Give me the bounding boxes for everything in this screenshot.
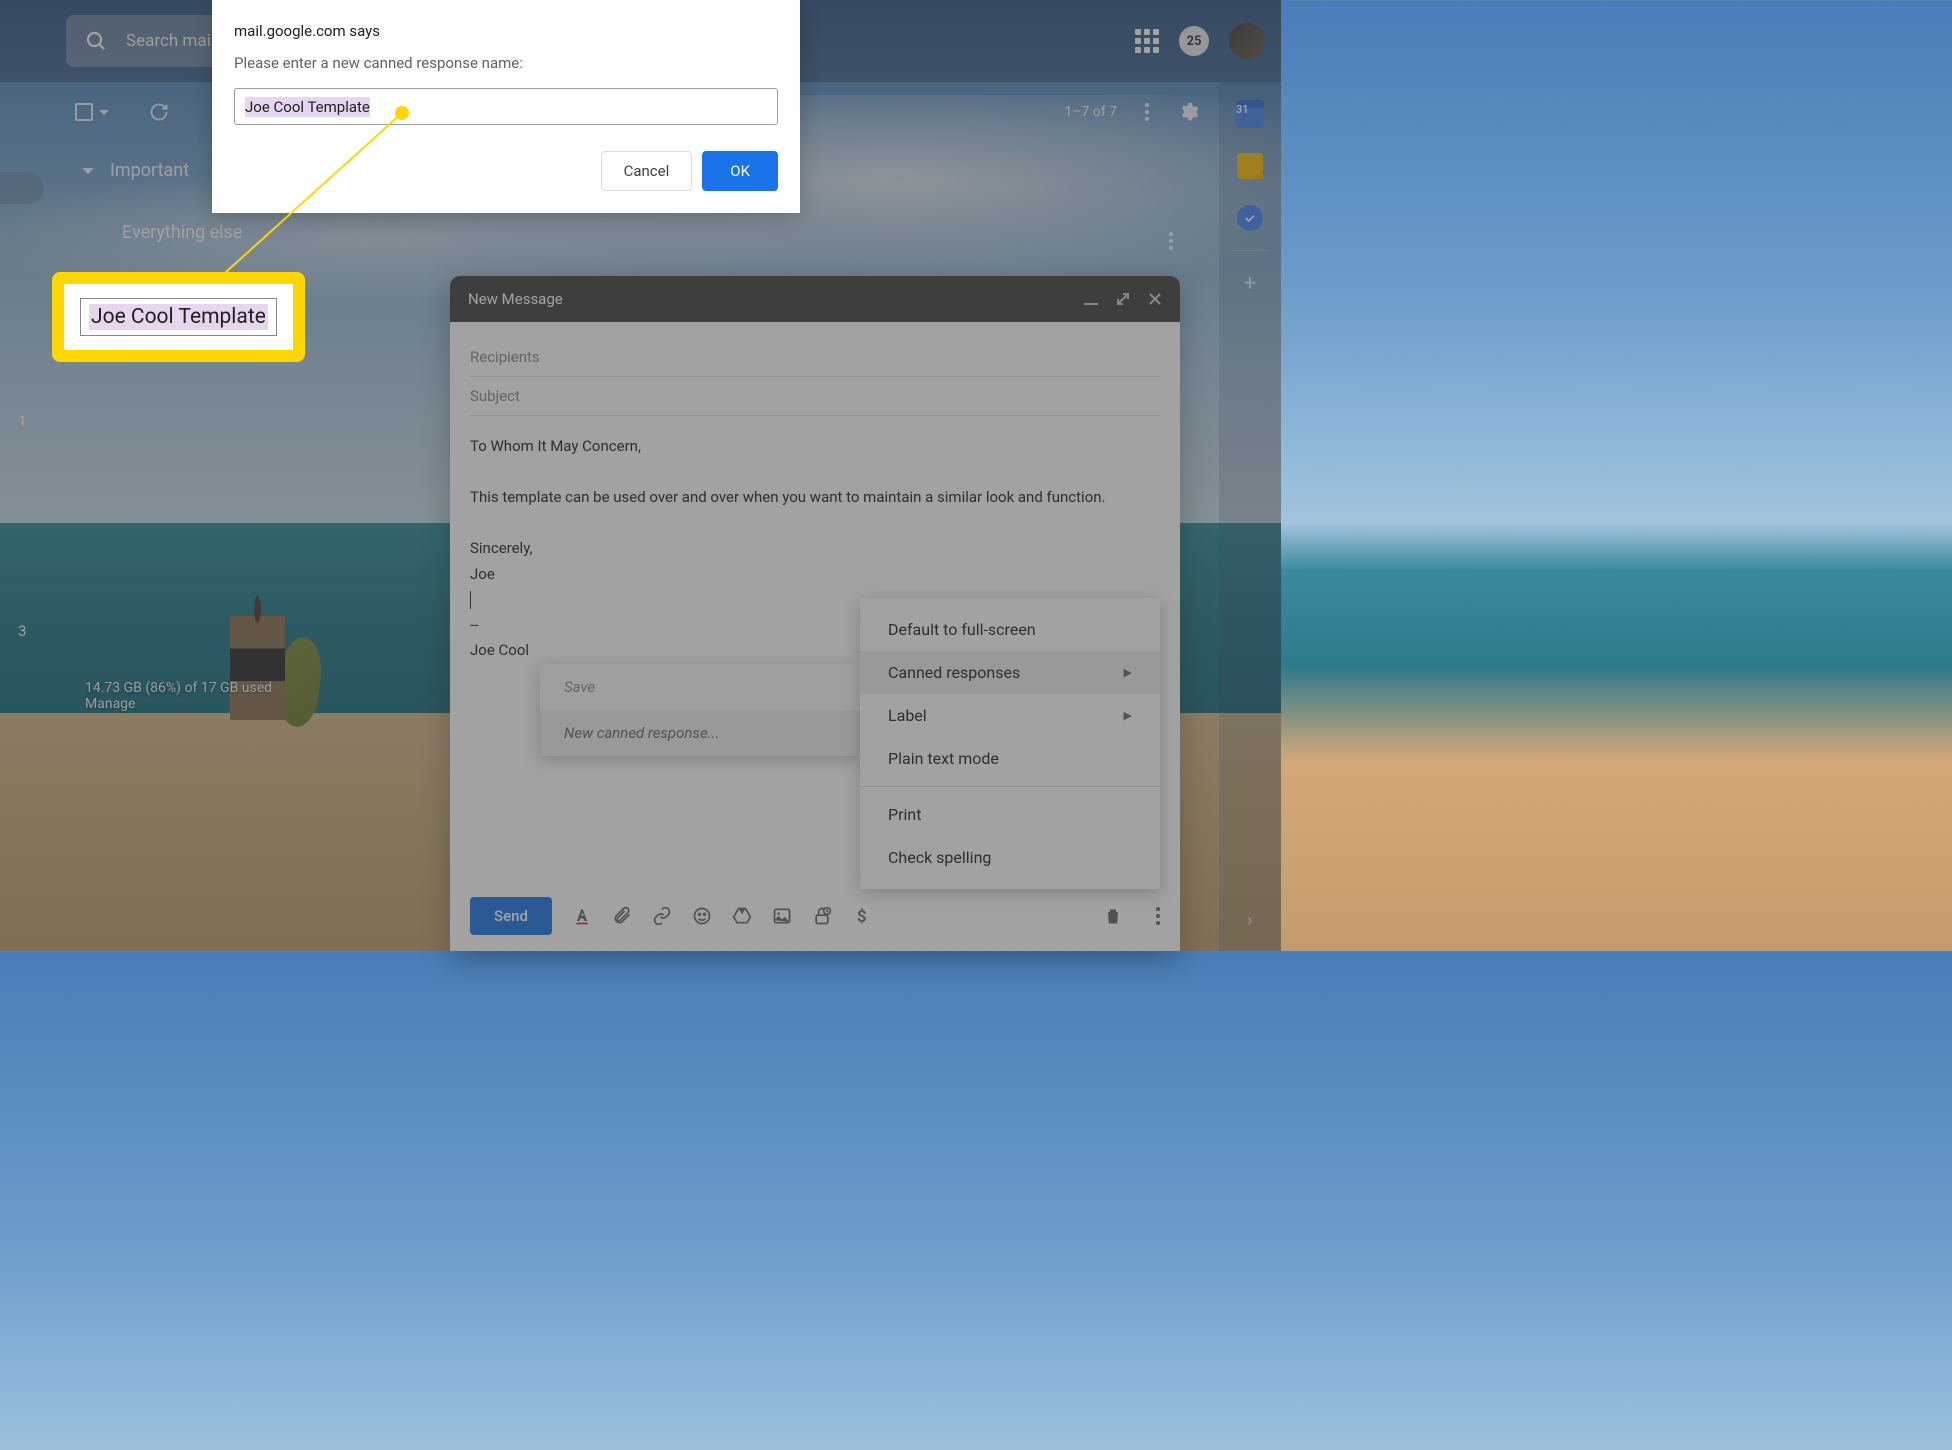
prompt-dialog: mail.google.com says Please enter a new … <box>212 0 800 213</box>
callout-text: Joe Cool Template <box>89 304 268 330</box>
cancel-button[interactable]: Cancel <box>601 151 693 191</box>
callout-dot <box>395 106 409 120</box>
dialog-input[interactable]: Joe Cool Template <box>234 88 778 125</box>
dialog-origin: mail.google.com says <box>234 22 778 40</box>
dialog-message: Please enter a new canned response name: <box>234 54 778 72</box>
dialog-input-value: Joe Cool Template <box>245 97 370 117</box>
callout-box: Joe Cool Template <box>52 272 305 362</box>
ok-button[interactable]: OK <box>702 151 778 191</box>
